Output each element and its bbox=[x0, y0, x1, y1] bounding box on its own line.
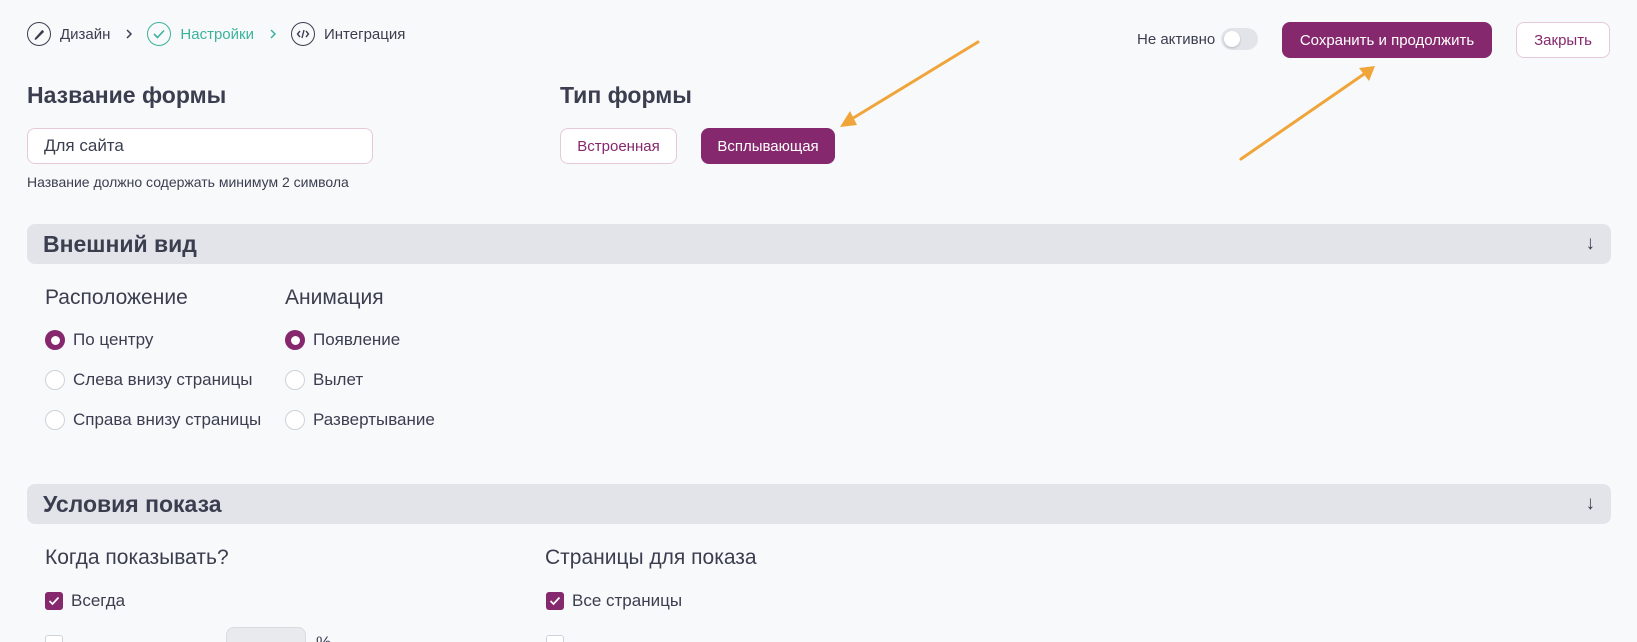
animation-option-expand[interactable]: Развертывание bbox=[285, 409, 435, 431]
option-label: Слева внизу страницы bbox=[73, 370, 253, 389]
option-label: Всегда bbox=[71, 591, 126, 610]
display-conditions-section-title: Условия показа bbox=[43, 490, 222, 517]
checkbox-checked bbox=[45, 592, 63, 610]
position-option-center[interactable]: По центру bbox=[45, 329, 153, 351]
percent-label: % bbox=[316, 633, 331, 642]
step-integration-label: Интеграция bbox=[323, 25, 406, 43]
option-label: Вылет bbox=[313, 370, 364, 389]
annotation-arrows bbox=[840, 40, 1375, 161]
radio-checked bbox=[45, 330, 65, 350]
option-label: Все страницы bbox=[572, 591, 683, 610]
form-type-title: Тип формы bbox=[560, 82, 692, 108]
position-group-title: Расположение bbox=[45, 286, 188, 309]
step-settings[interactable]: Настройки bbox=[147, 22, 254, 46]
animation-group-title: Анимация bbox=[285, 286, 384, 309]
when-group-title: Когда показывать? bbox=[45, 546, 229, 569]
check-icon bbox=[147, 22, 172, 46]
appearance-section-title: Внешний вид bbox=[43, 230, 197, 257]
close-button[interactable]: Закрыть bbox=[1516, 22, 1610, 58]
step-integration[interactable]: Интеграция bbox=[290, 22, 406, 46]
active-toggle[interactable] bbox=[1221, 28, 1258, 50]
save-and-continue-button[interactable]: Сохранить и продолжить bbox=[1282, 22, 1492, 58]
form-name-input[interactable] bbox=[27, 128, 373, 164]
display-conditions-section-header[interactable]: Условия показа ↓ bbox=[27, 484, 1611, 524]
checkbox bbox=[546, 635, 564, 642]
arrow-down-icon: ↓ bbox=[1585, 233, 1596, 254]
option-label: По центру bbox=[73, 330, 154, 349]
radio-checked bbox=[285, 330, 305, 350]
when-option-partial[interactable] bbox=[45, 635, 71, 642]
animation-option-fly[interactable]: Вылет bbox=[285, 369, 363, 391]
arrow-down-icon: ↓ bbox=[1585, 493, 1596, 514]
form-name-hint: Название должно содержать минимум 2 симв… bbox=[27, 174, 349, 190]
annotation-arrow-to-type-popup bbox=[848, 40, 980, 122]
chevron-right-icon bbox=[269, 29, 277, 39]
code-icon bbox=[290, 22, 315, 46]
radio bbox=[45, 410, 65, 430]
animation-option-appear[interactable]: Появление bbox=[285, 329, 400, 351]
arrowhead-icon bbox=[1359, 66, 1375, 81]
radio bbox=[45, 370, 65, 390]
pages-option-partial[interactable] bbox=[546, 635, 572, 642]
pages-group-title: Страницы для показа bbox=[545, 546, 757, 569]
arrowhead-icon bbox=[840, 111, 857, 127]
scroll-percent-input[interactable] bbox=[226, 627, 306, 642]
when-option-always[interactable]: Всегда bbox=[45, 590, 125, 612]
step-design[interactable]: Дизайн bbox=[27, 22, 110, 46]
type-popup-button[interactable]: Всплывающая bbox=[701, 128, 835, 164]
position-option-bottom-right[interactable]: Справа внизу страницы bbox=[45, 409, 261, 431]
chevron-right-icon bbox=[125, 29, 133, 39]
position-option-bottom-left[interactable]: Слева внизу страницы bbox=[45, 369, 252, 391]
option-label: Появление bbox=[313, 330, 401, 349]
form-name-title: Название формы bbox=[27, 82, 227, 108]
pages-option-all[interactable]: Все страницы bbox=[546, 590, 682, 612]
checkbox-checked bbox=[546, 592, 564, 610]
step-settings-label: Настройки bbox=[180, 25, 254, 43]
appearance-section-header[interactable]: Внешний вид ↓ bbox=[27, 224, 1611, 264]
status-label: Не активно bbox=[1137, 31, 1216, 48]
checkbox bbox=[45, 635, 63, 642]
option-label: Развертывание bbox=[313, 410, 435, 429]
breadcrumb: Дизайн Настройки Интеграция bbox=[27, 22, 405, 46]
pencil-icon bbox=[27, 22, 51, 46]
radio bbox=[285, 370, 305, 390]
step-design-label: Дизайн bbox=[60, 25, 111, 43]
radio bbox=[285, 410, 305, 430]
toggle-knob bbox=[1224, 31, 1240, 47]
annotation-arrow-to-save-button bbox=[1239, 70, 1369, 161]
option-label: Справа внизу страницы bbox=[73, 410, 262, 429]
type-embedded-button[interactable]: Встроенная bbox=[560, 128, 677, 164]
